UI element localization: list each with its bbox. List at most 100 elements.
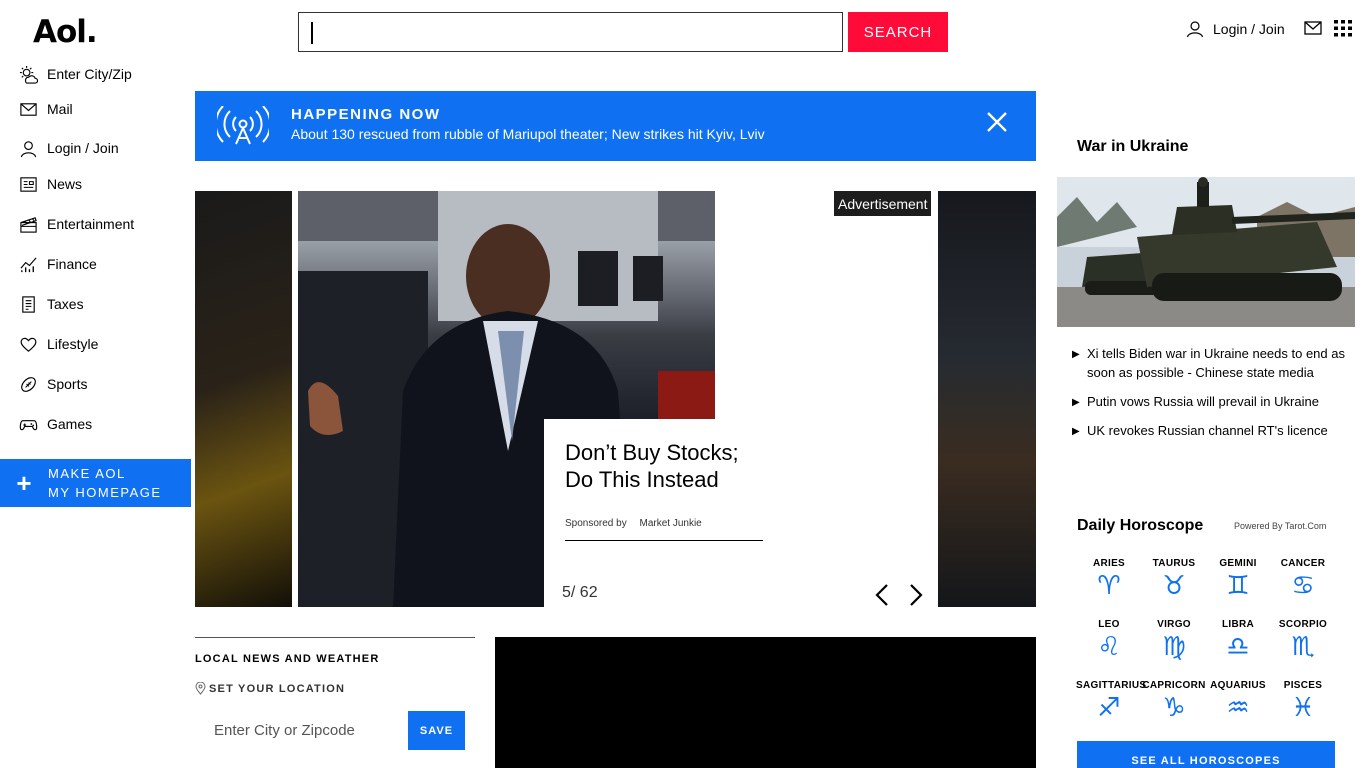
happening-now-banner[interactable]: HAPPENING NOW About 130 rescued from rub… (195, 91, 1036, 161)
text-caret (311, 22, 313, 44)
sign-gemini[interactable]: GEMINI ♊ (1205, 558, 1271, 600)
sign-name: LIBRA (1221, 619, 1255, 630)
sign-scorpio[interactable]: SCORPIO ♏ (1270, 619, 1336, 661)
nav-item-sports[interactable]: Sports (19, 372, 87, 396)
make-home-line-2: My Homepage (48, 485, 162, 500)
ukraine-image[interactable] (1057, 177, 1355, 327)
aries-icon: ♈ (1097, 571, 1121, 601)
make-aol-homepage-button[interactable]: + Make AOL My Homepage (0, 459, 191, 507)
virgo-icon: ♍ (1162, 632, 1186, 662)
grid-icon (1334, 20, 1352, 37)
weather-icon (19, 65, 38, 84)
zipcode-input[interactable] (195, 710, 400, 750)
chart-icon (20, 256, 37, 272)
ad-sponsor[interactable]: Sponsored by Market Junkie (565, 518, 763, 541)
sign-sagittarius[interactable]: SAGITTARIUS ♐ (1076, 680, 1147, 722)
cancer-icon: ♋ (1291, 571, 1315, 601)
nav-label: Enter City/Zip (47, 66, 132, 82)
ukraine-headline-2[interactable]: ▶ Putin vows Russia will prevail in Ukra… (1072, 392, 1347, 412)
ukraine-headline-1[interactable]: ▶ Xi tells Biden war in Ukraine needs to… (1072, 344, 1347, 382)
nav-item-weather[interactable]: Enter City/Zip (19, 62, 132, 86)
close-icon[interactable] (986, 111, 1008, 133)
sign-name: CANCER (1280, 558, 1326, 569)
nav-item-games[interactable]: Games (19, 412, 92, 436)
search-input[interactable] (298, 12, 843, 52)
happening-now-title: HAPPENING NOW (291, 106, 441, 123)
sign-leo[interactable]: LEO ♌ (1076, 619, 1142, 661)
leo-icon: ♌ (1097, 632, 1121, 662)
nav-label: Sports (47, 376, 88, 392)
sign-name: GEMINI (1219, 558, 1257, 569)
ad-card[interactable]: Don’t Buy Stocks; Do This Instead Sponso… (544, 419, 938, 607)
apps-grid-button[interactable] (1334, 20, 1352, 37)
capricorn-icon: ♑ (1162, 693, 1186, 723)
slide-counter: 5/ 62 (562, 584, 598, 601)
set-location-label: SET YOUR LOCATION (209, 682, 346, 695)
nav-item-entertainment[interactable]: Entertainment (19, 212, 134, 236)
nav-item-finance[interactable]: Finance (19, 252, 97, 276)
sign-name: SAGITTARIUS (1076, 680, 1147, 691)
chevron-right-icon[interactable] (909, 584, 923, 606)
nav-item-login[interactable]: Login / Join (19, 136, 119, 160)
ad-headline[interactable]: Don’t Buy Stocks; Do This Instead (565, 439, 775, 493)
mail-icon (20, 102, 37, 116)
sign-aries[interactable]: ARIES ♈ (1076, 558, 1142, 600)
sign-libra[interactable]: LIBRA ♎ (1205, 619, 1271, 661)
slideshow[interactable]: Advertisement Don’t Buy Stocks; Do This … (195, 191, 1036, 607)
clapperboard-icon (20, 216, 37, 233)
gamepad-icon (19, 419, 38, 430)
plus-icon: + (16, 467, 32, 498)
scorpio-icon: ♏ (1291, 632, 1315, 662)
nav-label: Lifestyle (47, 336, 99, 352)
sign-name: CAPRICORN (1142, 680, 1206, 691)
sign-virgo[interactable]: VIRGO ♍ (1141, 619, 1207, 661)
previous-slide-image[interactable] (195, 191, 292, 607)
see-all-horoscopes-button[interactable]: SEE ALL HOROSCOPES (1077, 741, 1335, 768)
nav-item-mail[interactable]: Mail (19, 97, 73, 121)
video-player[interactable] (495, 637, 1036, 768)
header-mail-button[interactable] (1304, 20, 1322, 36)
sign-capricorn[interactable]: CAPRICORN ♑ (1141, 680, 1207, 722)
nav-label: Login / Join (47, 140, 119, 156)
next-slide-image[interactable] (938, 191, 1036, 607)
nav-label: Games (47, 416, 93, 432)
ukraine-headline-3[interactable]: ▶ UK revokes Russian channel RT's licenc… (1072, 421, 1347, 441)
nav-label: Finance (47, 256, 97, 272)
make-home-line-1: Make AOL (48, 466, 126, 481)
sign-pisces[interactable]: PISCES ♓ (1270, 680, 1336, 722)
nav-item-lifestyle[interactable]: Lifestyle (19, 332, 98, 356)
triangle-bullet-icon: ▶ (1072, 349, 1080, 360)
chevron-left-icon[interactable] (875, 584, 889, 606)
nav-item-news[interactable]: News (19, 172, 82, 196)
aol-logo[interactable]: Aol. (33, 14, 98, 50)
horoscope-powered-by[interactable]: Powered By Tarot.Com (1234, 521, 1326, 531)
mail-icon (1304, 21, 1322, 35)
sign-name: SCORPIO (1278, 619, 1328, 630)
sign-name: ARIES (1092, 558, 1126, 569)
sponsor-name: Market Junkie (639, 518, 702, 529)
document-icon (22, 295, 35, 313)
sign-cancer[interactable]: CANCER ♋ (1270, 558, 1336, 600)
advertisement-label: Advertisement (834, 191, 932, 216)
header-login-link[interactable]: Login / Join (1186, 18, 1285, 40)
search-button[interactable]: SEARCH (848, 12, 948, 52)
nav-label: Entertainment (47, 216, 135, 232)
sponsored-by-label: Sponsored by (565, 518, 627, 529)
news-icon (20, 176, 37, 192)
save-location-button[interactable]: SAVE (408, 711, 465, 750)
happening-now-headline[interactable]: About 130 rescued from rubble of Mariupo… (291, 126, 765, 142)
sign-name: PISCES (1283, 680, 1323, 691)
sign-aquarius[interactable]: AQUARIUS ♒ (1205, 680, 1271, 722)
sign-name: LEO (1098, 619, 1120, 630)
nav-item-taxes[interactable]: Taxes (19, 292, 84, 316)
set-location-link[interactable]: SET YOUR LOCATION (195, 682, 345, 695)
user-icon (20, 140, 37, 157)
triangle-bullet-icon: ▶ (1072, 397, 1080, 408)
tank-photo (1057, 177, 1355, 327)
sign-taurus[interactable]: TAURUS ♉ (1141, 558, 1207, 600)
header-login-label: Login / Join (1213, 21, 1285, 37)
ukraine-section-title[interactable]: War in Ukraine (1077, 138, 1188, 156)
nav-label: Mail (47, 101, 73, 117)
local-news-title: LOCAL NEWS AND WEATHER (195, 653, 380, 665)
sign-name: VIRGO (1157, 619, 1191, 630)
